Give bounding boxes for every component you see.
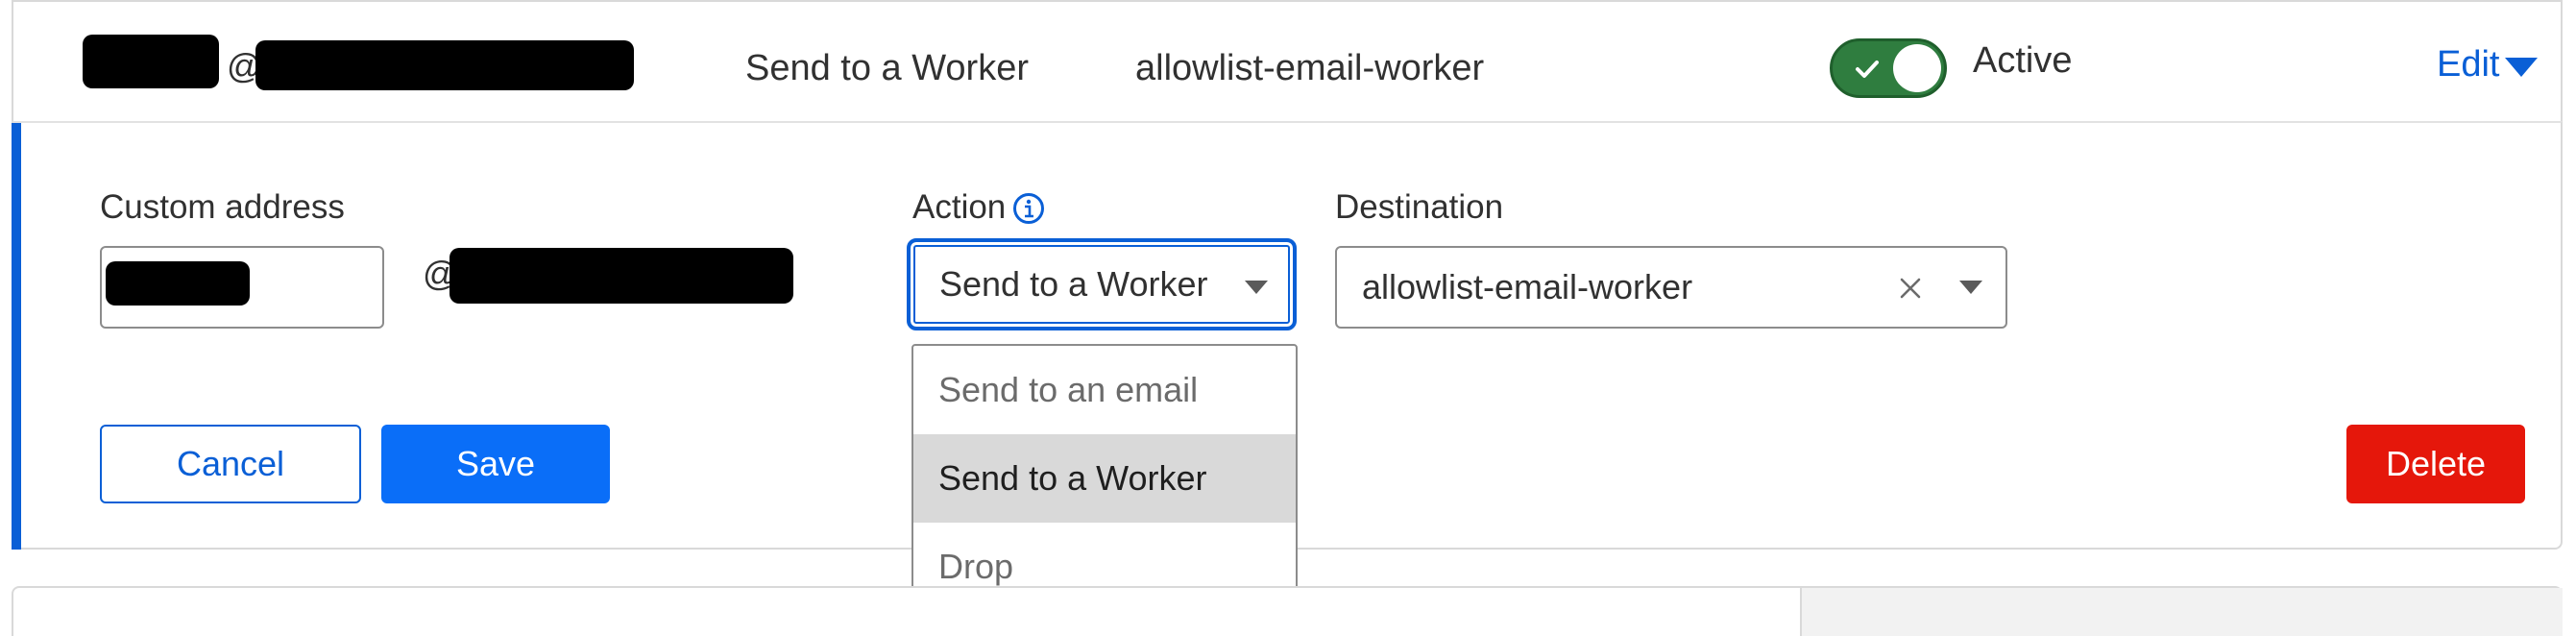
- action-label: Action: [912, 188, 1007, 226]
- action-dropdown-menu: Send to an email Send to a Worker Drop: [911, 344, 1298, 615]
- panel-accent-bar: [12, 123, 21, 550]
- close-icon[interactable]: [1897, 275, 1924, 302]
- rule-summary-row: @ Send to a Worker allowlist-email-worke…: [12, 0, 2563, 123]
- cancel-button[interactable]: Cancel: [100, 425, 361, 503]
- redacted-custom-address: [106, 261, 250, 306]
- action-select-value: Send to a Worker: [939, 264, 1208, 304]
- toggle-knob: [1893, 44, 1941, 92]
- custom-address-label: Custom address: [100, 188, 345, 226]
- dropdown-option-send-to-email[interactable]: Send to an email: [913, 346, 1296, 434]
- dropdown-option-send-to-worker[interactable]: Send to a Worker: [913, 434, 1296, 523]
- caret-down-icon: [2505, 57, 2539, 77]
- redacted-domain: [450, 248, 793, 304]
- destination-select-value: allowlist-email-worker: [1362, 267, 1693, 306]
- summary-action: Send to a Worker: [745, 48, 1030, 88]
- chevron-down-icon[interactable]: [1959, 281, 1982, 294]
- summary-destination: allowlist-email-worker: [1135, 48, 1485, 88]
- status-toggle[interactable]: [1830, 38, 1947, 98]
- email-routing-rule: @ Send to a Worker allowlist-email-worke…: [0, 0, 2576, 636]
- next-card-side-panel: [1800, 588, 2563, 636]
- save-button[interactable]: Save: [381, 425, 610, 503]
- edit-button[interactable]: Edit: [2437, 44, 2539, 86]
- custom-address-input[interactable]: [100, 246, 384, 329]
- destination-label: Destination: [1335, 188, 1504, 226]
- redacted-address-local: [83, 35, 219, 88]
- status-label: Active: [1973, 40, 2073, 81]
- chevron-down-icon: [1245, 281, 1268, 294]
- check-icon: [1856, 61, 1879, 78]
- info-icon[interactable]: [1012, 192, 1045, 225]
- delete-button[interactable]: Delete: [2346, 425, 2525, 503]
- edit-label: Edit: [2437, 44, 2500, 85]
- action-select[interactable]: Send to a Worker: [907, 238, 1297, 330]
- next-card: [12, 586, 2563, 636]
- redacted-address-domain: [255, 40, 634, 90]
